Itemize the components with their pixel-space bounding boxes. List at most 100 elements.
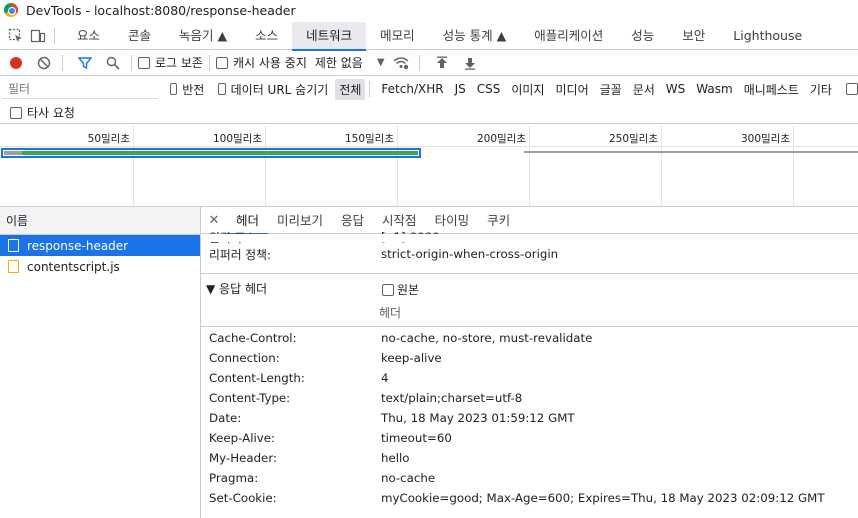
document-icon (8, 239, 19, 252)
request-name: contentscript.js (27, 259, 120, 274)
tab-4[interactable]: 네트워크 (292, 21, 367, 51)
search-icon[interactable] (101, 51, 125, 75)
devtools-tabbar: 요소 콘솔 녹음기 ▲ 소스 네트워크 메모리 성능 통계 ▲ 애플리케이션 성능 보안 Light… (0, 21, 858, 51)
timeline-overview[interactable]: 50밀리초 100밀리초 150밀리초 200밀리초 250밀리초 300밀리초 (0, 125, 858, 207)
filter-type-10[interactable]: 매니페스트 (740, 79, 803, 100)
header-value: timeout=60 (381, 431, 452, 445)
import-har-icon[interactable] (430, 51, 454, 75)
network-conditions-icon[interactable] (389, 51, 413, 75)
close-icon[interactable]: ✕ (201, 213, 227, 228)
throttling-select[interactable]: 제한 없음 (315, 54, 363, 71)
request-bar-download (4, 151, 418, 155)
tab-7[interactable]: 애플리케이션 (520, 22, 617, 50)
filter-bar: 반전 데이터 URL 숨기기 전체 Fetch/XHRJSCSS이미지미디어글꼴문… (0, 77, 858, 101)
invert-label: 반전 (182, 82, 205, 97)
filter-type-1[interactable]: Fetch/XHR (377, 80, 447, 98)
header-value: text/plain;charset=utf-8 (381, 391, 523, 405)
header-key: Cache-Control: (209, 331, 297, 345)
device-toolbar-icon[interactable] (28, 26, 48, 46)
tab-6[interactable]: 성능 통계 ▲ (429, 22, 521, 50)
network-toolbar: 로그 보존 캐시 사용 중지 제한 없음 ▼ (0, 50, 858, 76)
export-har-icon[interactable] (458, 51, 482, 75)
filter-type-2[interactable]: JS (451, 80, 470, 98)
third-party-row: 타사 요청 (0, 102, 858, 124)
request-row[interactable]: contentscript.js (0, 256, 200, 277)
response-header-row: Cache-Control: no-cache, no-store, must-r… (209, 328, 592, 348)
tab-1[interactable]: 콘솔 (114, 22, 165, 50)
header-value: myCookie=good; Max-Age=600; Expires=Thu,… (381, 491, 825, 505)
filter-type-0[interactable]: 전체 (335, 78, 366, 100)
window-title: DevTools - localhost:8080/response-heade… (26, 2, 296, 18)
header-value: no-cache, no-store, must-revalidate (381, 331, 593, 345)
invert-checkbox[interactable] (170, 83, 178, 95)
headers-divider (201, 326, 858, 327)
response-headers-toggle[interactable]: ▼ 응답 헤더 (206, 280, 267, 297)
preserve-log-checkbox[interactable] (138, 56, 150, 69)
filter-type-8[interactable]: WS (662, 80, 689, 98)
filter-type-5[interactable]: 미디어 (551, 79, 592, 100)
details-tab-5[interactable]: 쿠키 (478, 207, 519, 234)
chrome-logo-icon (4, 3, 18, 17)
hide-data-urls-checkbox[interactable] (218, 83, 226, 95)
third-party-label: 타사 요청 (27, 106, 75, 120)
window-titlebar: DevTools - localhost:8080/response-heade… (0, 0, 858, 20)
tab-5[interactable]: 메모리 (366, 22, 429, 50)
response-header-row: Set-Cookie: myCookie=good; Max-Age=600; E… (209, 488, 825, 508)
header-key: Date: (209, 411, 242, 425)
third-party-checkbox[interactable] (10, 106, 22, 119)
name-column-header[interactable]: 이름 (0, 207, 200, 235)
chevron-down-icon[interactable]: ▼ (377, 57, 385, 68)
filter-input[interactable] (2, 79, 158, 99)
filter-type-4[interactable]: 이미지 (507, 79, 548, 100)
tab-10[interactable]: Lighthouse (719, 22, 816, 50)
clear-button[interactable] (32, 51, 56, 75)
request-list: 이름 response-header contentscript.js (0, 207, 201, 518)
hide-data-urls-label: 데이터 URL 숨기기 (230, 82, 329, 97)
header-key: My-Header: (209, 451, 277, 465)
toolbar-divider (208, 54, 210, 71)
filter-type-3[interactable]: CSS (473, 80, 505, 98)
header-value: hello (381, 451, 410, 465)
response-header-row: Date: Thu, 18 May 2023 01:59:12 GMT (209, 408, 575, 428)
more-filters-checkbox[interactable] (845, 83, 858, 95)
header-value: Thu, 18 May 2023 01:59:12 GMT (381, 411, 575, 425)
record-button[interactable] (4, 51, 28, 75)
preserve-log-label: 로그 보존 (155, 56, 203, 70)
raw-toggle[interactable]: 원본 (382, 281, 419, 298)
inspect-element-icon[interactable] (6, 26, 26, 46)
request-name: response-header (27, 238, 129, 253)
tab-3[interactable]: 소스 (241, 22, 292, 50)
headers-sublabel: 헤더 (379, 306, 402, 320)
header-key: Keep-Alive: (209, 431, 275, 445)
filter-type-9[interactable]: Wasm (692, 80, 736, 98)
tab-0[interactable]: 요소 (63, 22, 114, 50)
disable-cache-label: 캐시 사용 중지 (232, 56, 307, 70)
request-items: response-header contentscript.js (0, 235, 200, 277)
timeline-bars (1, 148, 858, 158)
filter-type-6[interactable]: 글꼴 (596, 79, 626, 100)
filter-type-7[interactable]: 문서 (629, 79, 659, 100)
disable-cache-checkbox[interactable] (215, 56, 228, 69)
response-header-row: Pragma: no-cache (209, 468, 435, 488)
tab-2[interactable]: 녹음기 ▲ (165, 22, 241, 50)
referrer-policy-row: 리퍼러 정책: strict-origin-when-cross-origin (209, 244, 558, 264)
header-value: 4 (381, 371, 389, 385)
toolbar-divider (62, 54, 63, 71)
header-value: keep-alive (381, 351, 442, 365)
resource-type-filters: 전체 Fetch/XHR JS CSS 이미지 미디어 글꼴 문서 WS Wasm 매니페스트 기타 (332, 78, 858, 100)
request-details: ✕ 헤더미리보기응답시작점타이밍쿠키 원격 주소: [::1]:8080 리퍼러… (201, 207, 858, 518)
filter-type-11[interactable]: 기타 (806, 79, 836, 100)
tab-9[interactable]: 보안 (668, 22, 719, 50)
tab-8[interactable]: 성능 (617, 22, 668, 50)
response-header-row: Connection: keep-alive (209, 348, 442, 368)
toolbar-divider (131, 54, 132, 71)
request-row[interactable]: response-header (0, 235, 200, 256)
response-header-row: Keep-Alive: timeout=60 (209, 428, 452, 448)
raw-checkbox[interactable] (382, 283, 394, 296)
response-header-row: Content-Type: text/plain;charset=utf-8 (209, 388, 522, 408)
response-header-row: My-Header: hello (209, 448, 410, 468)
header-key: Content-Length: (209, 371, 305, 385)
header-key: Content-Type: (209, 391, 291, 405)
devtools-tabs: 요소 콘솔 녹음기 ▲ 소스 네트워크 메모리 성능 통계 ▲ 애플리케이션 성능 보안 Light… (63, 21, 816, 51)
filter-icon[interactable] (73, 51, 97, 75)
